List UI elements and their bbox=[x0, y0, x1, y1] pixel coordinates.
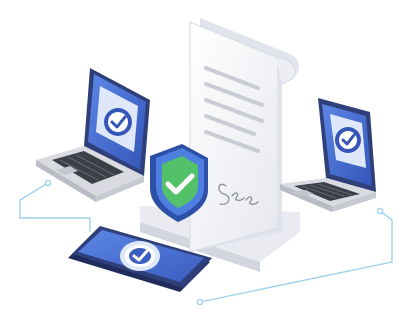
smartphone-check-icon bbox=[120, 241, 160, 271]
signing-illustration bbox=[19, 18, 393, 306]
laptop-right bbox=[280, 98, 376, 212]
laptop-left bbox=[36, 68, 150, 202]
